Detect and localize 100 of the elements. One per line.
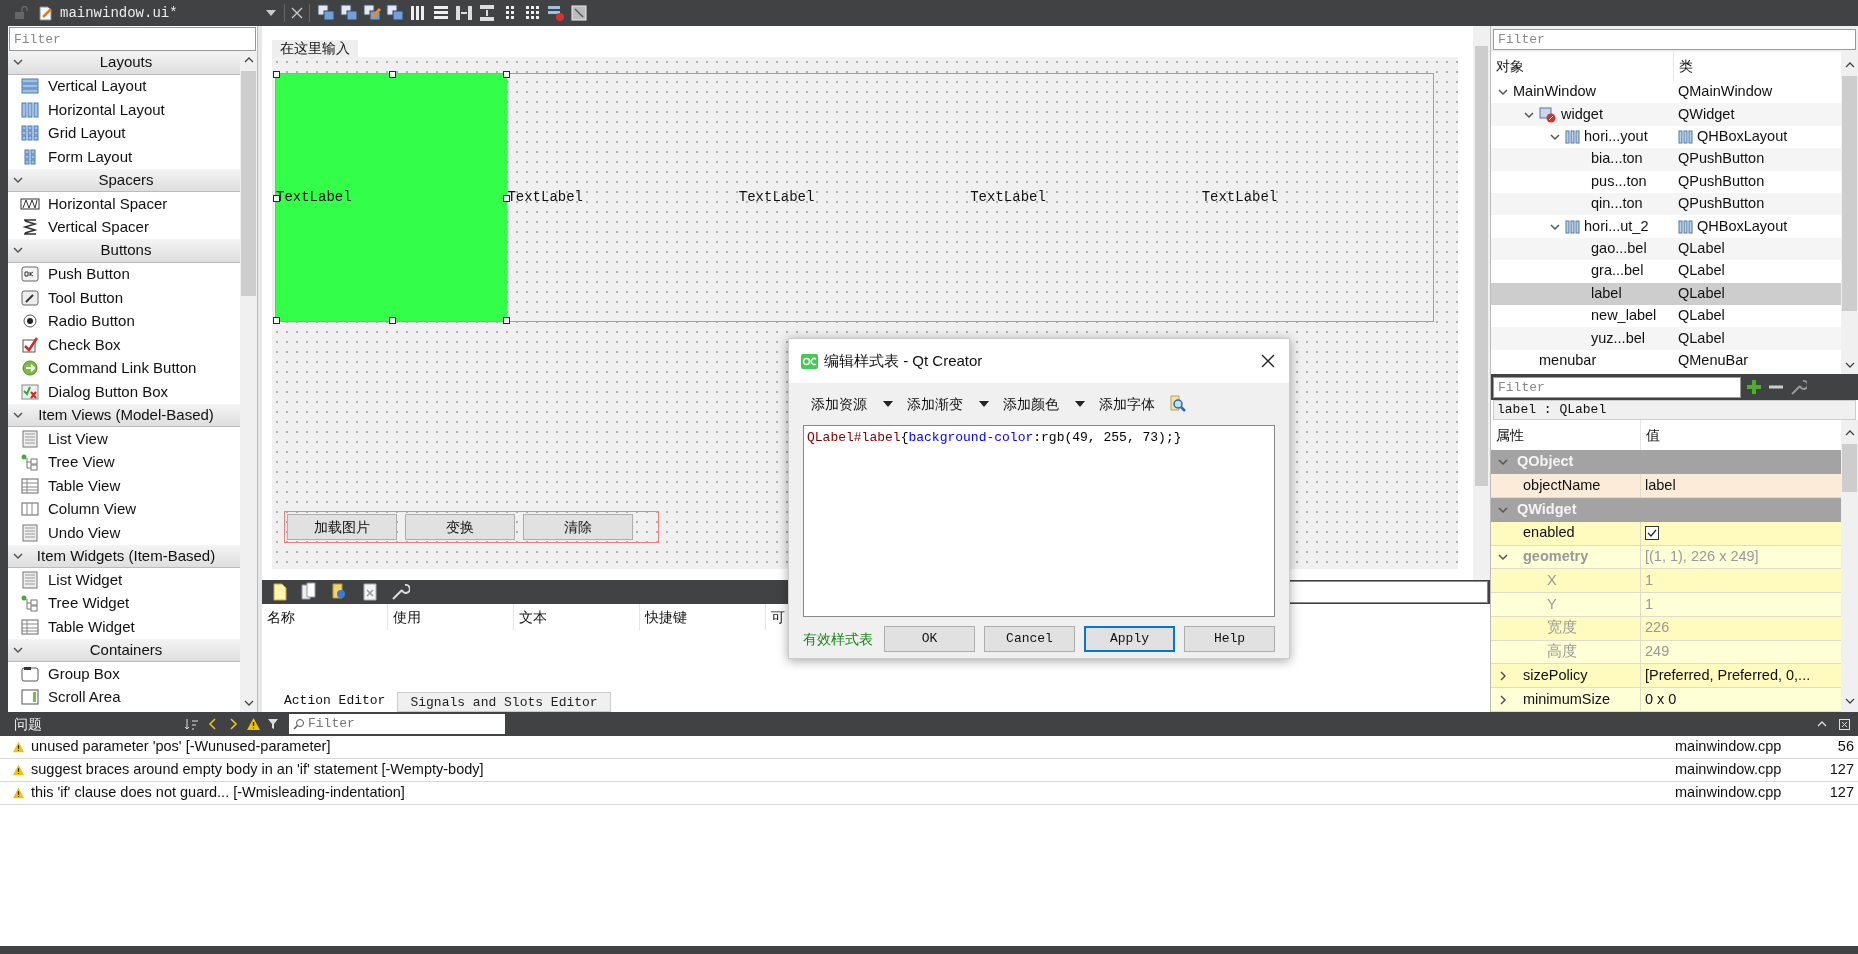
property-row[interactable]: sizePolicy [Preferred, Preferred, 0,... [1491, 664, 1841, 689]
chevron-right-icon[interactable] [1497, 669, 1509, 682]
toolbar-menu-button[interactable]: 添加资源 [811, 393, 893, 415]
editor-tab[interactable]: Signals and Slots Editor [397, 692, 611, 712]
scroll-up-icon[interactable] [243, 55, 254, 65]
issue-row[interactable]: this 'if' clause does not guard... [-Wmisleading-indentation] mainwindow.cpp 127 [0, 782, 1858, 805]
dialog-button[interactable]: Help [1184, 626, 1275, 652]
scroll-down-icon[interactable] [243, 698, 254, 708]
text-label[interactable]: TextLabel [738, 74, 971, 321]
widget-item[interactable]: Tree Widget [8, 591, 240, 615]
edit-widgets-icon[interactable] [316, 3, 336, 23]
widget-item[interactable]: Horizontal Spacer [8, 192, 240, 216]
warning-icon[interactable] [246, 717, 261, 731]
menu-placeholder[interactable]: 在这里输入 [272, 40, 358, 57]
delete-document-icon[interactable] [360, 582, 380, 602]
widget-item[interactable]: Undo View [8, 521, 240, 545]
vertical-splitter-icon[interactable] [477, 3, 497, 23]
selection-handle[interactable] [388, 71, 396, 78]
tree-row[interactable]: widget QWidget [1491, 103, 1841, 126]
wrench-icon[interactable] [390, 582, 410, 602]
dialog-button[interactable]: Cancel [984, 626, 1075, 652]
widget-item[interactable]: Radio Button [8, 309, 240, 333]
category-header[interactable]: Item Views (Model-Based) [8, 403, 240, 427]
selection-handle[interactable] [388, 317, 396, 324]
toolbar-menu-button[interactable]: 添加颜色 [1003, 393, 1085, 415]
scrollbar-thumb[interactable] [1842, 444, 1857, 492]
widget-item[interactable]: Horizontal Layout [8, 98, 240, 122]
dialog-button[interactable]: OK [884, 626, 975, 652]
widget-item[interactable]: Form Layout [8, 145, 240, 169]
widget-item[interactable]: Table Widget [8, 615, 240, 639]
scroll-down-icon[interactable] [1844, 360, 1855, 370]
column-header[interactable]: 快捷键 [640, 604, 766, 630]
scrollbar[interactable] [240, 51, 257, 712]
edit-tab-order-icon[interactable] [385, 3, 405, 23]
category-header[interactable]: Layouts [8, 51, 240, 75]
tree-row[interactable]: yuz...bel QLabel [1491, 327, 1841, 350]
scroll-up-icon[interactable] [1844, 60, 1855, 70]
widget-item[interactable]: List Widget [8, 568, 240, 592]
toolbar-menu-button[interactable]: 添加字体 [1099, 393, 1155, 415]
close-panel-icon[interactable] [1839, 718, 1850, 730]
stylesheet-editor[interactable]: QLabel#label{background-color:rgb(49, 255, 73);} [803, 425, 1275, 617]
issue-row[interactable]: unused parameter 'pos' [-Wunused-parameter] mainwindow.cpp 56 [0, 736, 1858, 759]
category-header[interactable]: Spacers [8, 168, 240, 192]
widget-item[interactable]: Tool Button [8, 286, 240, 310]
text-label[interactable]: TextLabel [276, 74, 508, 321]
selection-handle[interactable] [503, 71, 511, 78]
column-header[interactable]: 使用 [388, 604, 514, 630]
adjust-size-icon[interactable] [569, 3, 589, 23]
property-row[interactable]: enabled [1491, 521, 1841, 546]
horizontal-splitter-icon[interactable] [454, 3, 474, 23]
scroll-down-icon[interactable] [1844, 696, 1855, 706]
property-value[interactable]: 0 x 0 [1645, 688, 1677, 711]
widget-item[interactable]: Group Box [8, 662, 240, 686]
scrollbar[interactable] [1841, 420, 1858, 712]
edit-signals-icon[interactable] [339, 3, 359, 23]
expand-panel-icon[interactable] [1817, 719, 1827, 729]
filter-field[interactable]: Filter [1493, 28, 1856, 50]
sort-icon[interactable] [184, 716, 200, 732]
filter-field[interactable]: Filter [1493, 376, 1741, 398]
widget-item[interactable]: Tree View [8, 450, 240, 474]
column-header[interactable]: 值 [1641, 420, 1841, 450]
filter-field[interactable]: Filter [9, 27, 256, 51]
widget-item[interactable]: Check Box [8, 333, 240, 357]
push-button[interactable]: 清除 [523, 514, 633, 540]
chevron-right-icon[interactable] [1497, 693, 1509, 706]
tree-row[interactable]: gao...bel QLabel [1491, 237, 1841, 261]
chevron-down-icon[interactable] [1497, 456, 1509, 468]
column-header[interactable]: 类 [1674, 52, 1841, 81]
close-icon[interactable] [1261, 354, 1275, 368]
property-row[interactable]: objectName label [1491, 474, 1841, 498]
toolbar-menu-button[interactable]: 添加渐变 [907, 393, 989, 415]
column-header[interactable]: 文本 [514, 604, 640, 630]
selection-handle[interactable] [273, 71, 280, 78]
checkbox[interactable] [1645, 526, 1659, 541]
scrollbar-thumb[interactable] [241, 71, 256, 296]
scrollbar-thumb[interactable] [1842, 76, 1857, 311]
tree-row[interactable]: bia...ton QPushButton [1491, 148, 1841, 171]
widget-item[interactable]: Vertical Layout [8, 74, 240, 98]
scrollbar-thumb[interactable] [1475, 46, 1488, 486]
wrench-icon[interactable] [1789, 378, 1807, 396]
widget-item[interactable]: List View [8, 427, 240, 451]
widget-item[interactable]: Table View [8, 474, 240, 498]
text-label[interactable]: TextLabel [507, 74, 739, 321]
widget-item[interactable]: Scroll Area [8, 685, 240, 709]
widget-item[interactable]: Push Button [8, 262, 240, 286]
category-header[interactable]: Item Widgets (Item-Based) [8, 544, 240, 568]
scrollbar[interactable] [1841, 52, 1858, 374]
magnifier-icon[interactable] [1169, 395, 1187, 413]
category-header[interactable]: Containers [8, 638, 240, 662]
new-document-icon[interactable] [270, 582, 290, 602]
tree-row[interactable]: label QLabel [1491, 282, 1841, 305]
selection-handle[interactable] [273, 317, 280, 324]
text-label[interactable]: TextLabel [1201, 74, 1434, 321]
caret-down-icon[interactable] [266, 10, 276, 16]
open-file-name[interactable]: mainwindow.ui* [60, 2, 266, 24]
widget-item[interactable]: Vertical Spacer [8, 215, 240, 239]
property-row[interactable]: minimumSize 0 x 0 [1491, 688, 1841, 712]
selection-handle[interactable] [503, 317, 511, 324]
push-button[interactable]: 加载图片 [287, 514, 397, 540]
filter-icon[interactable] [267, 717, 281, 731]
